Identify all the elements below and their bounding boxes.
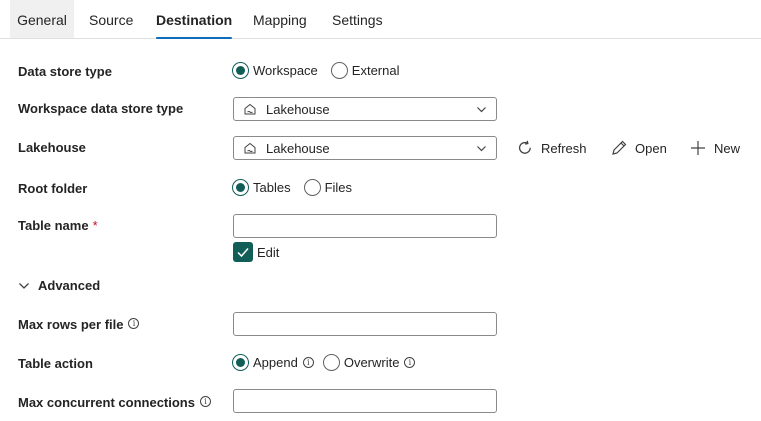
radio-files-label: Files bbox=[324, 179, 353, 195]
edit-checkbox[interactable]: Edit bbox=[233, 242, 279, 262]
info-icon[interactable]: i bbox=[302, 356, 314, 368]
info-icon[interactable]: i bbox=[404, 356, 416, 368]
tab-general-label: General bbox=[17, 12, 67, 28]
workspace-data-store-type-label: Workspace data store type bbox=[18, 101, 184, 116]
refresh-label: Refresh bbox=[541, 140, 587, 156]
data-store-type-label: Data store type bbox=[18, 64, 112, 79]
tab-settings[interactable]: Settings bbox=[332, 0, 383, 38]
lakehouse-icon bbox=[244, 142, 256, 154]
lakehouse-dropdown[interactable]: Lakehouse bbox=[233, 136, 497, 160]
max-rows-per-file-label: Max rows per file i bbox=[18, 317, 140, 332]
radio-overwrite[interactable]: Overwrite i bbox=[322, 353, 416, 371]
plus-icon bbox=[691, 141, 705, 155]
required-indicator: * bbox=[92, 218, 98, 233]
lakehouse-icon bbox=[244, 103, 256, 115]
radio-external-indicator bbox=[330, 61, 348, 79]
lakehouse-value: Lakehouse bbox=[266, 140, 330, 156]
tab-source[interactable]: Source bbox=[89, 0, 133, 38]
tab-bar: General Source Destination Mapping Setti… bbox=[0, 0, 761, 39]
new-button[interactable]: New bbox=[689, 137, 740, 159]
max-rows-per-file-label-text: Max rows per file bbox=[18, 317, 124, 332]
radio-tables-indicator bbox=[232, 178, 249, 196]
table-name-label-text: Table name bbox=[18, 218, 89, 233]
tab-mapping[interactable]: Mapping bbox=[253, 0, 307, 38]
radio-external-label: External bbox=[351, 62, 400, 78]
tab-settings-label: Settings bbox=[332, 12, 383, 28]
tab-source-label: Source bbox=[89, 12, 134, 28]
info-icon[interactable]: i bbox=[199, 396, 211, 407]
radio-tables[interactable]: Tables bbox=[232, 178, 291, 196]
root-folder-radio-group: Tables Files bbox=[232, 177, 365, 197]
radio-append-indicator bbox=[232, 353, 249, 371]
max-concurrent-connections-label-text: Max concurrent connections bbox=[18, 395, 195, 410]
advanced-label: Advanced bbox=[38, 278, 101, 293]
max-rows-per-file-input[interactable] bbox=[233, 312, 497, 336]
chevron-down-icon bbox=[477, 146, 486, 152]
refresh-button[interactable]: Refresh bbox=[516, 137, 587, 159]
radio-workspace-label: Workspace bbox=[253, 62, 318, 78]
info-icon[interactable]: i bbox=[128, 318, 140, 329]
tab-general[interactable]: General bbox=[10, 0, 74, 38]
tab-mapping-label: Mapping bbox=[253, 12, 307, 28]
radio-overwrite-label: Overwrite bbox=[343, 354, 400, 370]
radio-append[interactable]: Append i bbox=[232, 353, 314, 371]
table-action-radio-group: Append i Overwrite i bbox=[232, 352, 428, 372]
chevron-down-icon bbox=[477, 107, 486, 113]
radio-files-indicator bbox=[303, 178, 321, 196]
edit-checkbox-label: Edit bbox=[257, 244, 280, 260]
workspace-data-store-type-dropdown[interactable]: Lakehouse bbox=[233, 97, 497, 121]
new-label: New bbox=[714, 140, 741, 156]
lakehouse-label: Lakehouse bbox=[18, 140, 86, 155]
table-name-label: Table name * bbox=[18, 218, 98, 233]
tab-destination[interactable]: Destination bbox=[156, 0, 233, 39]
radio-append-label: Append bbox=[253, 354, 298, 370]
tab-destination-label: Destination bbox=[156, 12, 233, 28]
advanced-toggle[interactable]: Advanced bbox=[18, 278, 100, 293]
max-concurrent-connections-input[interactable] bbox=[233, 389, 497, 413]
checkmark-icon bbox=[237, 248, 249, 258]
radio-external[interactable]: External bbox=[330, 61, 400, 79]
radio-workspace[interactable]: Workspace bbox=[232, 61, 318, 79]
radio-files[interactable]: Files bbox=[303, 178, 353, 196]
pencil-icon bbox=[612, 140, 627, 155]
refresh-icon bbox=[518, 140, 531, 154]
open-button[interactable]: Open bbox=[610, 137, 667, 159]
radio-overwrite-indicator bbox=[322, 353, 340, 371]
radio-workspace-indicator bbox=[232, 61, 249, 79]
edit-checkbox-box bbox=[233, 242, 253, 262]
radio-tables-label: Tables bbox=[253, 179, 291, 195]
table-name-input[interactable] bbox=[233, 214, 497, 238]
table-action-label: Table action bbox=[18, 356, 93, 371]
workspace-data-store-type-value: Lakehouse bbox=[266, 101, 330, 117]
open-label: Open bbox=[635, 140, 667, 156]
data-store-type-radio-group: Workspace External bbox=[232, 60, 413, 80]
chevron-down-icon bbox=[19, 282, 29, 289]
active-tab-indicator bbox=[156, 37, 233, 39]
max-concurrent-connections-label: Max concurrent connections i bbox=[18, 395, 211, 410]
root-folder-label: Root folder bbox=[18, 181, 88, 196]
